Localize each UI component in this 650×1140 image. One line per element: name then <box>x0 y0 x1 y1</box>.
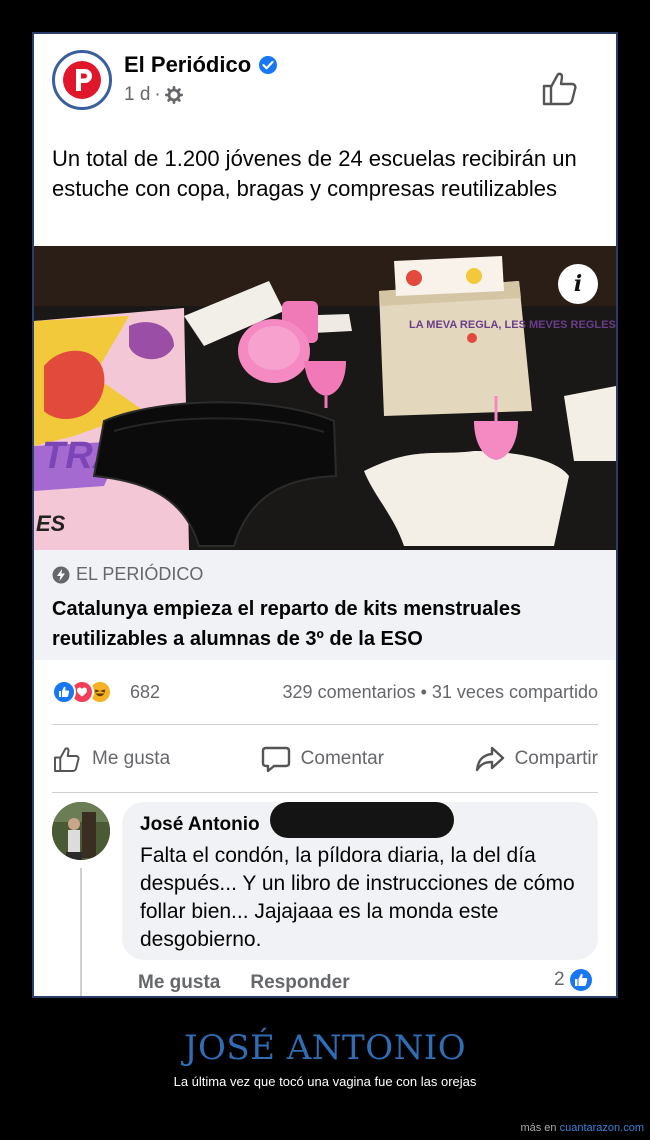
like-button-label: Me gusta <box>92 748 171 769</box>
verified-badge-icon <box>259 56 277 74</box>
divider <box>52 792 598 793</box>
facebook-post: El Periódico 1 d · Un total de 1.200 jóv… <box>32 32 618 998</box>
link-source: EL PERIÓDICO <box>52 564 203 585</box>
like-reaction-icon <box>569 969 592 991</box>
comment-author[interactable]: José Antonio <box>140 814 260 836</box>
gear-icon <box>164 86 183 104</box>
photo-info-button[interactable]: i <box>558 264 598 304</box>
page-avatar[interactable] <box>52 50 112 110</box>
comment-like-count: 2 <box>554 969 565 990</box>
reaction-icons[interactable] <box>52 680 112 704</box>
comment-text: Falta el condón, la píldora diaria, la d… <box>140 844 575 951</box>
watermark-prefix: más en <box>520 1122 560 1134</box>
post-header: El Periódico 1 d · Un total de 1.200 jóv… <box>34 34 616 244</box>
divider <box>52 724 598 725</box>
page-name[interactable]: El Periódico <box>124 52 251 78</box>
share-button-label: Compartir <box>514 748 598 769</box>
share-button[interactable]: Compartir <box>475 744 598 774</box>
watermark: más en cuantarazon.com <box>520 1122 644 1134</box>
reaction-count[interactable]: 682 <box>130 682 160 703</box>
post-photo[interactable]: TRA ES LA MEVA REGLA, LES MEVES REGLES i <box>34 246 616 550</box>
post-time[interactable]: 1 d <box>124 84 150 106</box>
comments-shares-count[interactable]: 329 comentarios • 31 veces compartido <box>283 682 598 703</box>
comment-like-button[interactable]: Me gusta <box>138 972 220 994</box>
lightning-icon <box>52 566 70 583</box>
commenter-avatar[interactable] <box>52 802 110 860</box>
link-title[interactable]: Catalunya empieza el reparto de kits men… <box>52 594 592 654</box>
pouch-text: LA MEVA REGLA, LES MEVES REGLES <box>409 319 616 331</box>
comment-bubble: José Antonio Falta el condón, la píldora… <box>122 802 598 960</box>
post-stats: 682 329 comentarios • 31 veces compartid… <box>52 674 598 714</box>
comment-likes[interactable]: 2 <box>554 968 593 992</box>
card-partial-text-bottom: ES <box>36 511 66 536</box>
watermark-site-link[interactable]: cuantarazon.com <box>560 1122 644 1134</box>
post-meta: 1 d · <box>124 84 183 106</box>
meme-caption: La última vez que tocó una vagina fue co… <box>173 1074 477 1089</box>
share-arrow-icon <box>475 746 504 772</box>
reply-thread-line <box>80 868 82 996</box>
comment-actions: Me gusta Responder <box>138 972 350 994</box>
like-reaction-icon <box>52 680 76 704</box>
periodico-logo <box>59 57 105 103</box>
post-actions: Me gusta Comentar Compartir <box>52 734 598 784</box>
redacted-surname <box>270 802 454 838</box>
link-source-label: EL PERIÓDICO <box>76 564 204 584</box>
post-text: Un total de 1.200 jóvenes de 24 escuelas… <box>52 146 577 201</box>
comment-button[interactable]: Comentar <box>261 744 384 774</box>
like-page-thumbs-up-icon[interactable] <box>540 68 580 108</box>
comment-button-label: Comentar <box>300 748 385 769</box>
comment-reply-button[interactable]: Responder <box>250 972 349 994</box>
menstrual-kit-photo: TRA ES LA MEVA REGLA, LES MEVES REGLES <box>34 246 616 550</box>
meta-separator: · <box>154 84 161 105</box>
meme-title: JOSÉ ANTONIO <box>183 1028 467 1068</box>
thumbs-up-icon <box>54 747 80 772</box>
link-preview[interactable]: EL PERIÓDICO Catalunya empieza el repart… <box>34 550 616 660</box>
speech-bubble-icon <box>261 746 290 773</box>
like-button[interactable]: Me gusta <box>52 744 170 774</box>
